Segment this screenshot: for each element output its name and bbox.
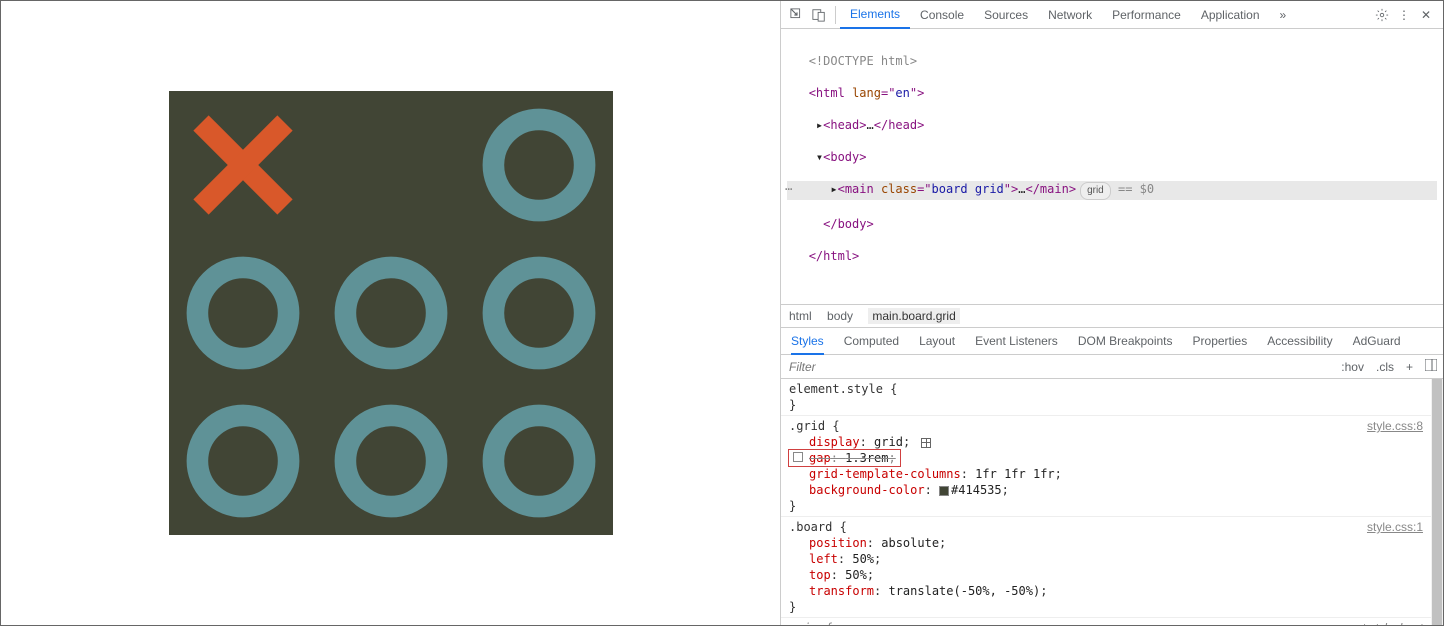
doctype-line: <!DOCTYPE html> xyxy=(809,54,917,68)
close-brace: } xyxy=(789,498,1423,514)
close-brace: } xyxy=(789,599,1423,615)
board-cell-4[interactable] xyxy=(317,239,465,387)
tictactoe-board xyxy=(169,91,613,535)
devtools-panel: Elements Console Sources Network Perform… xyxy=(781,1,1443,625)
tab-more[interactable]: » xyxy=(1270,1,1297,29)
decl-background-color[interactable]: background-color: #414535; xyxy=(789,482,1423,498)
source-link: user agent stylesheet xyxy=(1309,620,1423,625)
o-mark-icon xyxy=(331,401,451,521)
subtab-dombreakpoints[interactable]: DOM Breakpoints xyxy=(1078,334,1173,348)
scrollbar-thumb[interactable] xyxy=(1432,379,1442,625)
subtab-eventlisteners[interactable]: Event Listeners xyxy=(975,334,1058,348)
board-cell-2[interactable] xyxy=(465,91,613,239)
o-mark-icon xyxy=(183,253,303,373)
dom-breadcrumbs: html body main.board.grid xyxy=(781,304,1443,328)
crumb-html[interactable]: html xyxy=(789,309,812,323)
crumb-main[interactable]: main.board.grid xyxy=(868,308,959,324)
source-link[interactable]: style.css:1 xyxy=(1367,519,1423,535)
decl-position[interactable]: position: absolute; xyxy=(789,535,1423,551)
crumb-body[interactable]: body xyxy=(827,309,853,323)
source-link[interactable]: style.css:8 xyxy=(1367,418,1423,434)
subtab-adguard[interactable]: AdGuard xyxy=(1353,334,1401,348)
tab-sources[interactable]: Sources xyxy=(974,1,1038,29)
decl-display[interactable]: display: grid; xyxy=(789,434,1423,450)
devtools-tabbar: Elements Console Sources Network Perform… xyxy=(781,1,1443,29)
inspect-icon[interactable] xyxy=(787,5,807,25)
subtab-styles[interactable]: Styles xyxy=(791,334,824,355)
selector-text: main { xyxy=(789,620,1309,625)
tab-network[interactable]: Network xyxy=(1038,1,1102,29)
board-cell-0[interactable] xyxy=(169,91,317,239)
subtab-computed[interactable]: Computed xyxy=(844,334,899,348)
tab-application[interactable]: Application xyxy=(1191,1,1270,29)
styles-pane: element.style { } .grid { style.css:8 di… xyxy=(781,379,1443,625)
o-mark-icon xyxy=(183,401,303,521)
rule-grid[interactable]: .grid { style.css:8 display: grid; gap: … xyxy=(781,416,1431,517)
board-cell-1[interactable] xyxy=(317,91,465,239)
o-mark-icon xyxy=(331,253,451,373)
decl-checkbox[interactable] xyxy=(793,452,803,462)
color-swatch[interactable] xyxy=(939,486,949,496)
tab-performance[interactable]: Performance xyxy=(1102,1,1191,29)
close-icon[interactable]: ✕ xyxy=(1415,8,1437,22)
page-preview xyxy=(1,1,781,625)
scrollbar-vertical[interactable] xyxy=(1431,379,1443,625)
styles-sidebar-icon[interactable] xyxy=(1419,359,1443,374)
hov-toggle[interactable]: :hov xyxy=(1335,360,1370,374)
dom-selected-node[interactable]: ⋯ ▸<main class="board grid">…</main>grid… xyxy=(787,181,1437,200)
decl-top[interactable]: top: 50%; xyxy=(789,567,1423,583)
subtab-accessibility[interactable]: Accessibility xyxy=(1267,334,1332,348)
subtab-properties[interactable]: Properties xyxy=(1193,334,1248,348)
decl-grid-template-columns[interactable]: grid-template-columns: 1fr 1fr 1fr; xyxy=(789,466,1423,482)
selector-text: .board { xyxy=(789,519,1367,535)
close-brace: } xyxy=(789,397,1423,413)
rule-main-ua[interactable]: main { user agent stylesheet display: bl… xyxy=(781,618,1431,625)
tabbar-divider xyxy=(835,6,836,24)
cls-toggle[interactable]: .cls xyxy=(1370,360,1400,374)
tab-elements[interactable]: Elements xyxy=(840,1,910,29)
tab-console[interactable]: Console xyxy=(910,1,974,29)
board-cell-7[interactable] xyxy=(317,387,465,535)
kebab-icon[interactable]: ⋮ xyxy=(1393,8,1415,22)
selector-text: .grid { xyxy=(789,418,1367,434)
device-toggle-icon[interactable] xyxy=(809,5,829,25)
selector-text: element.style { xyxy=(789,381,1423,397)
dom-tree[interactable]: <!DOCTYPE html> <html lang="en"> ▸<head>… xyxy=(781,29,1443,304)
decl-gap-disabled[interactable]: gap: 1.3rem; xyxy=(789,450,900,466)
styles-subtabs: Styles Computed Layout Event Listeners D… xyxy=(781,328,1443,355)
rule-element-style[interactable]: element.style { } xyxy=(781,379,1431,416)
board-cell-8[interactable] xyxy=(465,387,613,535)
o-mark-icon xyxy=(479,105,599,225)
o-mark-icon xyxy=(479,253,599,373)
styles-filter-input[interactable] xyxy=(781,358,1335,376)
board-cell-6[interactable] xyxy=(169,387,317,535)
o-mark-icon xyxy=(479,401,599,521)
grid-icon[interactable] xyxy=(921,438,931,448)
board-cell-3[interactable] xyxy=(169,239,317,387)
board-cell-5[interactable] xyxy=(465,239,613,387)
grid-badge[interactable]: grid xyxy=(1080,182,1111,200)
x-mark-icon xyxy=(183,105,303,225)
subtab-layout[interactable]: Layout xyxy=(919,334,955,348)
new-rule-button[interactable]: + xyxy=(1400,360,1419,374)
rule-board[interactable]: .board { style.css:1 position: absolute;… xyxy=(781,517,1431,618)
decl-transform[interactable]: transform: translate(-50%, -50%); xyxy=(789,583,1423,599)
styles-filter-bar: :hov .cls + xyxy=(781,355,1443,379)
decl-left[interactable]: left: 50%; xyxy=(789,551,1423,567)
gear-icon[interactable] xyxy=(1371,8,1393,22)
